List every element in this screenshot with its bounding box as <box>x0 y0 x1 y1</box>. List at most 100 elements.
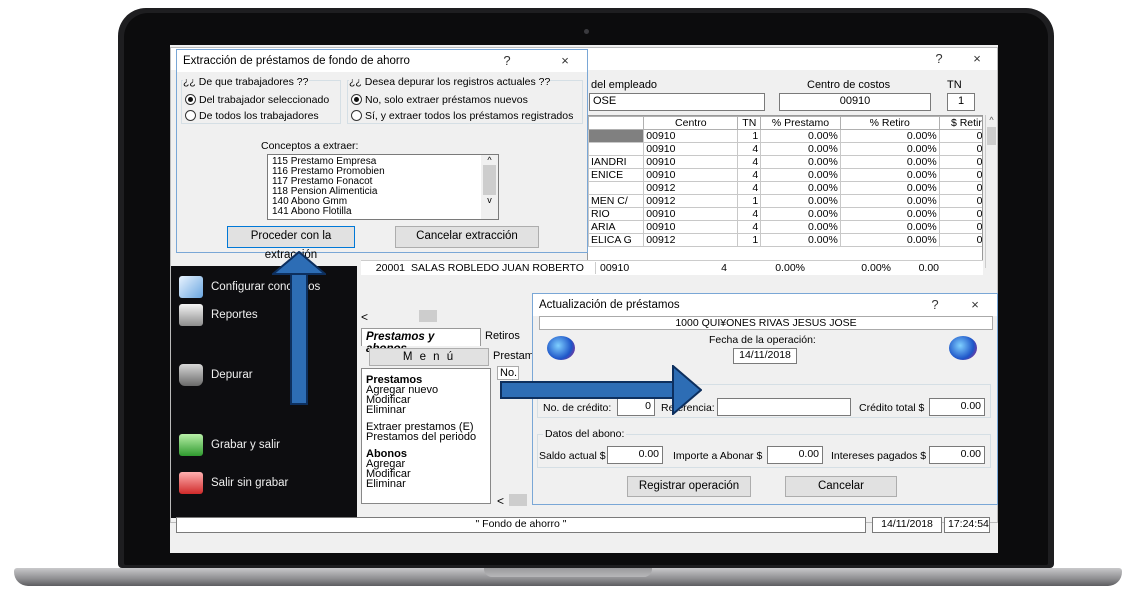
register-button[interactable]: Registrar operación <box>627 476 751 497</box>
concepts-scrollbar[interactable]: ^ v <box>481 155 498 219</box>
cell-retiro: 0.00% <box>861 262 891 274</box>
cell-centro: 00912 <box>643 181 739 195</box>
radio-todos[interactable]: De todos los trabajadores <box>185 110 319 122</box>
table-row[interactable]: ARIA0091040.00%0.00%0.00 <box>588 220 982 234</box>
scroll-thumb[interactable] <box>987 127 996 145</box>
cell-centro: 00910 <box>643 155 739 169</box>
sidebar-item-label: Grabar y salir <box>211 439 281 451</box>
tn-field[interactable]: 1 <box>947 93 975 111</box>
cell-prestamo: 0.00% <box>760 142 841 156</box>
menu-eliminar[interactable]: Eliminar <box>366 405 486 416</box>
concepts-list[interactable]: 115 Prestamo Empresa 116 Prestamo Promob… <box>267 154 499 220</box>
concepts-label: Conceptos a extraer: <box>261 140 359 152</box>
screen-chin <box>170 553 998 565</box>
col-tn-header[interactable]: TN <box>737 116 762 130</box>
cell-retiro: 0.00% <box>839 181 940 195</box>
balance-field[interactable]: 0.00 <box>607 446 663 464</box>
cell-dretiro: 0.00 <box>938 220 982 234</box>
radio-label: Sí, y extraer todos los préstamos regist… <box>365 110 574 122</box>
col-retiro-header[interactable]: % Retiro <box>839 116 940 130</box>
radio-no-depurar[interactable]: No, solo extraer préstamos nuevos <box>351 94 528 106</box>
extract-help-button[interactable]: ? <box>497 53 517 68</box>
menu-prestamos-periodo[interactable]: Prestamos del periodo <box>366 432 486 443</box>
globe-icon <box>547 336 575 360</box>
table-row[interactable]: ELICA G0091210.00%0.00%0.00 <box>588 233 982 247</box>
sidebar-item-depurar[interactable]: Depurar <box>179 364 253 386</box>
total-credit-field[interactable]: 0.00 <box>929 398 985 416</box>
table-row[interactable]: MEN C/0091210.00%0.00%0.00 <box>588 194 982 208</box>
trash-icon <box>179 364 203 386</box>
date-field[interactable]: 14/11/2018 <box>733 348 797 364</box>
table-row[interactable]: IANDRI0091040.00%0.00%0.00 <box>588 155 982 169</box>
menu-title: M e n ú <box>369 348 489 366</box>
radio-label: De todos los trabajadores <box>199 110 319 122</box>
screen: ? × del empleado Centro de costos TN OSE… <box>170 45 998 553</box>
cost-center-field[interactable]: 00910 <box>779 93 931 111</box>
cell-dretiro: 0.00 <box>938 155 982 169</box>
h-scroll-thumb[interactable] <box>509 494 527 506</box>
table-row[interactable]: RIO0091040.00%0.00%0.00 <box>588 207 982 221</box>
amount-field[interactable]: 0.00 <box>767 446 823 464</box>
update-dialog: Actualización de préstamos ? × 1000 QUI¥… <box>532 293 998 505</box>
table-row[interactable]: 20001 SALAS ROBLEDO JUAN ROBERTO 00910 4… <box>361 260 983 275</box>
credit-no-field[interactable]: 0 <box>617 398 655 416</box>
chart-config-icon <box>179 276 203 298</box>
chevron-left-icon[interactable]: < <box>361 310 381 324</box>
employee-field[interactable]: OSE <box>589 93 765 111</box>
employee-grid[interactable]: Centro TN % Prestamo % Retiro $ Retiro 0… <box>587 115 983 268</box>
table-row[interactable]: ENICE0091040.00%0.00%0.00 <box>588 168 982 182</box>
radio-del-trabajador[interactable]: Del trabajador seleccionado <box>185 94 329 106</box>
exit-down-arrow-icon <box>179 472 203 494</box>
sidebar-item-grabar[interactable]: Grabar y salir <box>179 434 280 456</box>
chevron-down-icon[interactable]: v <box>481 195 498 205</box>
extract-close-button[interactable]: × <box>555 53 575 68</box>
grid-scrollbar[interactable]: ^ <box>985 115 997 268</box>
employee-banner: 1000 QUI¥ONES RIVAS JESUS JOSE <box>539 316 993 330</box>
table-row[interactable]: 0091240.00%0.00%0.00 <box>588 181 982 195</box>
cell-dretiro: 0.00 <box>938 181 982 195</box>
col-dretiro-header[interactable]: $ Retiro <box>938 116 982 130</box>
amount-label: Importe a Abonar $ <box>673 450 763 462</box>
chevron-left-icon[interactable]: < <box>497 494 504 508</box>
sidebar-item-salir[interactable]: Salir sin grabar <box>179 472 288 494</box>
credit-no-label: No. de crédito: <box>543 402 612 414</box>
tab-retiros[interactable]: Retiros <box>485 330 520 342</box>
update-help-button[interactable]: ? <box>925 297 945 312</box>
proceed-button[interactable]: Proceder con la extracción <box>227 226 355 261</box>
cancel-extract-button[interactable]: Cancelar extracción <box>395 226 539 248</box>
cell-tn: 4 <box>737 220 762 234</box>
laptop-notch <box>484 568 652 577</box>
radio-selected-icon <box>185 94 196 105</box>
sidebar-item-label: Salir sin grabar <box>211 477 289 489</box>
interest-field[interactable]: 0.00 <box>929 446 985 464</box>
table-row[interactable]: 0091040.00%0.00%0.00 <box>588 142 982 156</box>
col-centro-header[interactable]: Centro <box>643 116 739 130</box>
main-close-button[interactable]: × <box>967 51 987 66</box>
sidebar-item-reportes[interactable]: Reportes <box>179 304 258 326</box>
tab-prestamos-abonos[interactable]: Prestamos y abonos <box>361 328 481 355</box>
cell-prestamo: 0.00% <box>775 262 805 274</box>
cell-num: 20001 <box>375 262 405 274</box>
chevron-up-icon[interactable]: ^ <box>481 155 498 165</box>
extract-titlebar: Extracción de préstamos de fondo de ahor… <box>177 50 587 72</box>
table-header-row: Centro TN % Prestamo % Retiro $ Retiro <box>588 116 982 130</box>
interest-label: Intereses pagados $ <box>831 450 927 462</box>
main-help-button[interactable]: ? <box>929 51 949 66</box>
chevron-up-icon[interactable]: ^ <box>986 115 997 125</box>
cancel-update-button[interactable]: Cancelar <box>785 476 897 497</box>
radio-si-depurar[interactable]: Sí, y extraer todos los préstamos regist… <box>351 110 573 122</box>
cell-retiro: 0.00% <box>839 220 940 234</box>
scroll-thumb[interactable] <box>483 165 496 195</box>
radio-icon <box>351 110 362 121</box>
depurar-question: ¿¿ Desea depurar los registros actuales … <box>349 76 551 88</box>
h-scroll-thumb[interactable] <box>419 310 437 322</box>
cell-dretiro: 0.00 <box>938 233 982 247</box>
update-close-button[interactable]: × <box>965 297 985 312</box>
cell-centro: 00912 <box>643 233 739 247</box>
cell-retiro: 0.00% <box>839 129 940 143</box>
col-prestamo-header[interactable]: % Prestamo <box>760 116 841 130</box>
menu-abono-eliminar[interactable]: Eliminar <box>366 479 486 490</box>
table-row[interactable]: 0091010.00%0.00%0.00 <box>588 129 982 143</box>
reference-field[interactable] <box>717 398 851 416</box>
list-item[interactable]: 141 Abono Flotilla <box>272 207 494 217</box>
